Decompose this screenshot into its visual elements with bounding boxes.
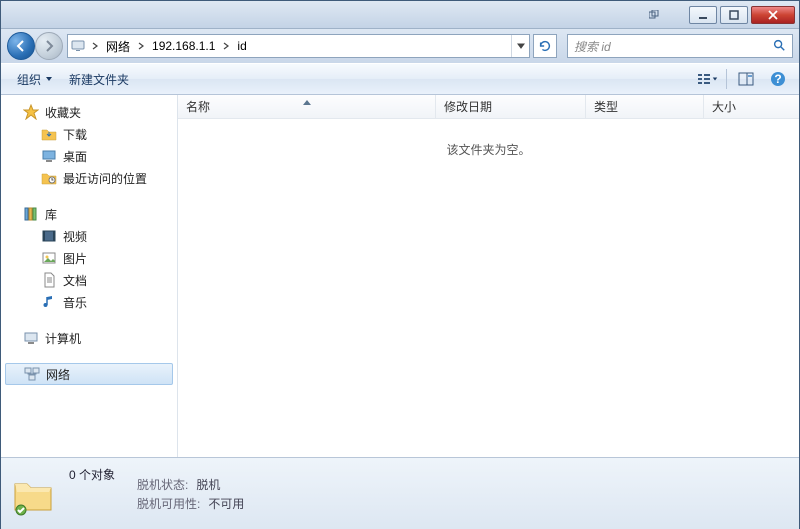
- maximize-button[interactable]: [720, 6, 748, 24]
- view-options-button[interactable]: [694, 68, 720, 90]
- sidebar-item-downloads[interactable]: 下载: [1, 123, 177, 145]
- new-folder-button[interactable]: 新建文件夹: [61, 67, 137, 92]
- navigation-bar: 网络 192.168.1.1 id 搜索 id: [1, 29, 799, 63]
- sidebar-item-videos[interactable]: 视频: [1, 225, 177, 247]
- search-input[interactable]: 搜索 id: [567, 34, 793, 58]
- column-modified[interactable]: 修改日期: [436, 95, 586, 118]
- minimize-button[interactable]: [689, 6, 717, 24]
- search-icon: [772, 38, 786, 55]
- sidebar-item-recent[interactable]: 最近访问的位置: [1, 167, 177, 189]
- sort-ascending-icon: [303, 94, 311, 108]
- organize-button[interactable]: 组织: [9, 67, 61, 92]
- offline-state-value: 脱机: [196, 476, 220, 493]
- column-name[interactable]: 名称: [178, 95, 436, 118]
- column-type[interactable]: 类型: [586, 95, 704, 118]
- path-segment[interactable]: 192.168.1.1: [148, 35, 219, 57]
- content-area: 名称 修改日期 类型 大小 该文件夹为空。: [178, 95, 799, 457]
- address-dropdown-icon[interactable]: [511, 35, 529, 57]
- command-bar: 组织 新建文件夹 ?: [1, 63, 799, 95]
- forward-button[interactable]: [35, 32, 63, 60]
- sidebar-item-pictures[interactable]: 图片: [1, 247, 177, 269]
- sidebar-item-desktop[interactable]: 桌面: [1, 145, 177, 167]
- refresh-button[interactable]: [533, 34, 557, 58]
- path-chevron-icon[interactable]: [219, 35, 233, 57]
- path-segment[interactable]: 网络: [102, 35, 134, 57]
- close-button[interactable]: [751, 6, 795, 24]
- search-placeholder: 搜索 id: [574, 38, 611, 55]
- sidebar-item-music[interactable]: 音乐: [1, 291, 177, 313]
- path-chevron-icon[interactable]: [88, 35, 102, 57]
- sidebar-favorites[interactable]: 收藏夹: [1, 101, 177, 123]
- preview-pane-button[interactable]: [733, 68, 759, 90]
- cascade-icon[interactable]: [640, 6, 668, 24]
- column-headers: 名称 修改日期 类型 大小: [178, 95, 799, 119]
- empty-folder-message: 该文件夹为空。: [178, 119, 799, 457]
- help-button[interactable]: ?: [765, 68, 791, 90]
- sidebar-item-documents[interactable]: 文档: [1, 269, 177, 291]
- path-chevron-icon[interactable]: [134, 35, 148, 57]
- offline-state-label: 脱机状态:: [137, 476, 188, 493]
- column-size[interactable]: 大小: [704, 95, 799, 118]
- offline-avail-value: 不可用: [208, 495, 244, 512]
- path-segment[interactable]: id: [233, 35, 250, 57]
- network-path-icon: [68, 38, 88, 54]
- svg-text:?: ?: [774, 72, 781, 86]
- address-bar[interactable]: 网络 192.168.1.1 id: [67, 34, 530, 58]
- offline-avail-label: 脱机可用性:: [137, 495, 200, 512]
- back-button[interactable]: [7, 32, 35, 60]
- sidebar-libraries[interactable]: 库: [1, 203, 177, 225]
- window-titlebar: [1, 1, 799, 29]
- sidebar-item-computer[interactable]: 计算机: [1, 327, 177, 349]
- object-count: 0 个对象: [69, 466, 115, 483]
- sidebar-item-network[interactable]: 网络: [5, 363, 173, 385]
- details-pane: 0 个对象 脱机状态: 脱机 脱机可用性: 不可用: [1, 457, 799, 529]
- navigation-pane: 收藏夹 下载 桌面 最近访问的位置 库 视频 图片 文档: [1, 95, 178, 457]
- folder-large-icon: [9, 470, 57, 518]
